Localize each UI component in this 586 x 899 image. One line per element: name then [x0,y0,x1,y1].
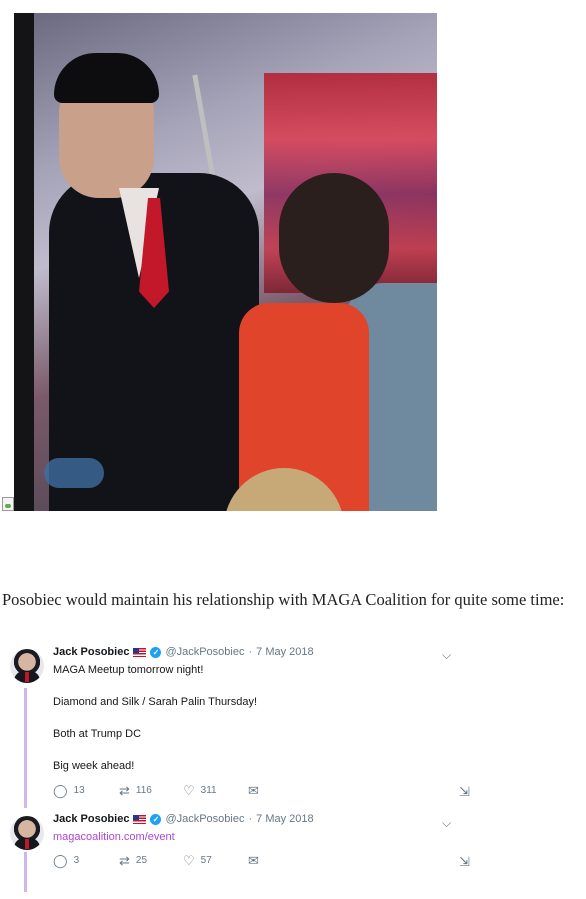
verified-icon: ✓ [150,646,162,658]
dm-button[interactable]: ✉ [248,784,259,797]
chevron-down-icon[interactable]: ⌵ [442,816,451,831]
tweet-line: MAGA Meetup tomorrow night! [53,664,204,676]
tweet[interactable]: Jack Posobiec ✓ @JackPosobiec · 7 May 20… [0,640,586,808]
tweet-line: Big week ahead! [53,760,135,772]
author-handle[interactable]: @JackPosobiec [165,646,244,658]
broken-image-icon [2,497,14,511]
author-name[interactable]: Jack Posobiec [53,646,129,658]
author-name[interactable]: Jack Posobiec [53,813,129,825]
chevron-down-icon[interactable]: ⌵ [442,648,451,663]
dm-button[interactable]: ✉ [248,854,259,867]
reply-count: 13 [73,785,85,796]
author-handle[interactable]: @JackPosobiec [165,813,244,825]
like-count: 311 [200,785,217,796]
heart-icon: ♡ [183,783,195,798]
retweet-icon: ⇄ [119,853,130,868]
like-button[interactable]: ♡ 311 [183,784,217,797]
mail-icon: ✉ [248,853,259,868]
blue-light [44,458,104,488]
retweet-icon: ⇄ [119,783,130,798]
heart-icon: ♡ [183,853,195,868]
verified-icon: ✓ [150,813,162,825]
retweet-button[interactable]: ⇄ 116 [119,784,152,797]
retweet-button[interactable]: ⇄ 25 [119,854,147,867]
tweet-header: Jack Posobiec ✓ @JackPosobiec · 7 May 20… [53,813,314,825]
tweet-date[interactable]: 7 May 2018 [256,813,313,825]
tweet-text: MAGA Meetup tomorrow night! Diamond and … [53,662,257,790]
retweet-count: 116 [135,785,152,796]
like-button[interactable]: ♡ 57 [183,854,212,867]
separator: · [248,646,253,658]
video-letterbox [14,13,34,511]
article-paragraph: Posobiec would maintain his relationship… [2,590,565,609]
mail-icon: ✉ [248,783,259,798]
reply-icon: ◯ [53,853,68,868]
retweet-count: 25 [135,855,148,866]
tweet-line: Both at Trump DC [53,728,142,740]
tweet-text: magacoalition.com/event [53,829,175,845]
tweet-header: Jack Posobiec ✓ @JackPosobiec · 7 May 20… [53,646,314,658]
avatar[interactable] [10,816,44,850]
woman-head [279,173,389,303]
reply-count: 3 [73,855,80,866]
video-still[interactable] [14,13,437,511]
like-count: 57 [200,855,212,866]
tweet-line: Diamond and Silk / Sarah Palin Thursday! [53,696,258,708]
us-flag-icon [133,814,147,824]
tweet-link[interactable]: magacoalition.com/event [53,831,175,843]
avatar[interactable] [10,649,44,683]
reply-icon: ◯ [53,783,68,798]
reply-button[interactable]: ◯ 3 [53,854,79,867]
thread-line [24,852,27,892]
separator: · [248,813,253,825]
share-icon[interactable]: ⇲ [459,784,470,800]
share-icon[interactable]: ⇲ [459,854,470,870]
tweet[interactable]: Jack Posobiec ✓ @JackPosobiec · 7 May 20… [0,808,586,892]
us-flag-icon [133,647,147,657]
reply-button[interactable]: ◯ 13 [53,784,85,797]
thread-line [24,688,27,808]
tweet-date[interactable]: 7 May 2018 [256,646,313,658]
